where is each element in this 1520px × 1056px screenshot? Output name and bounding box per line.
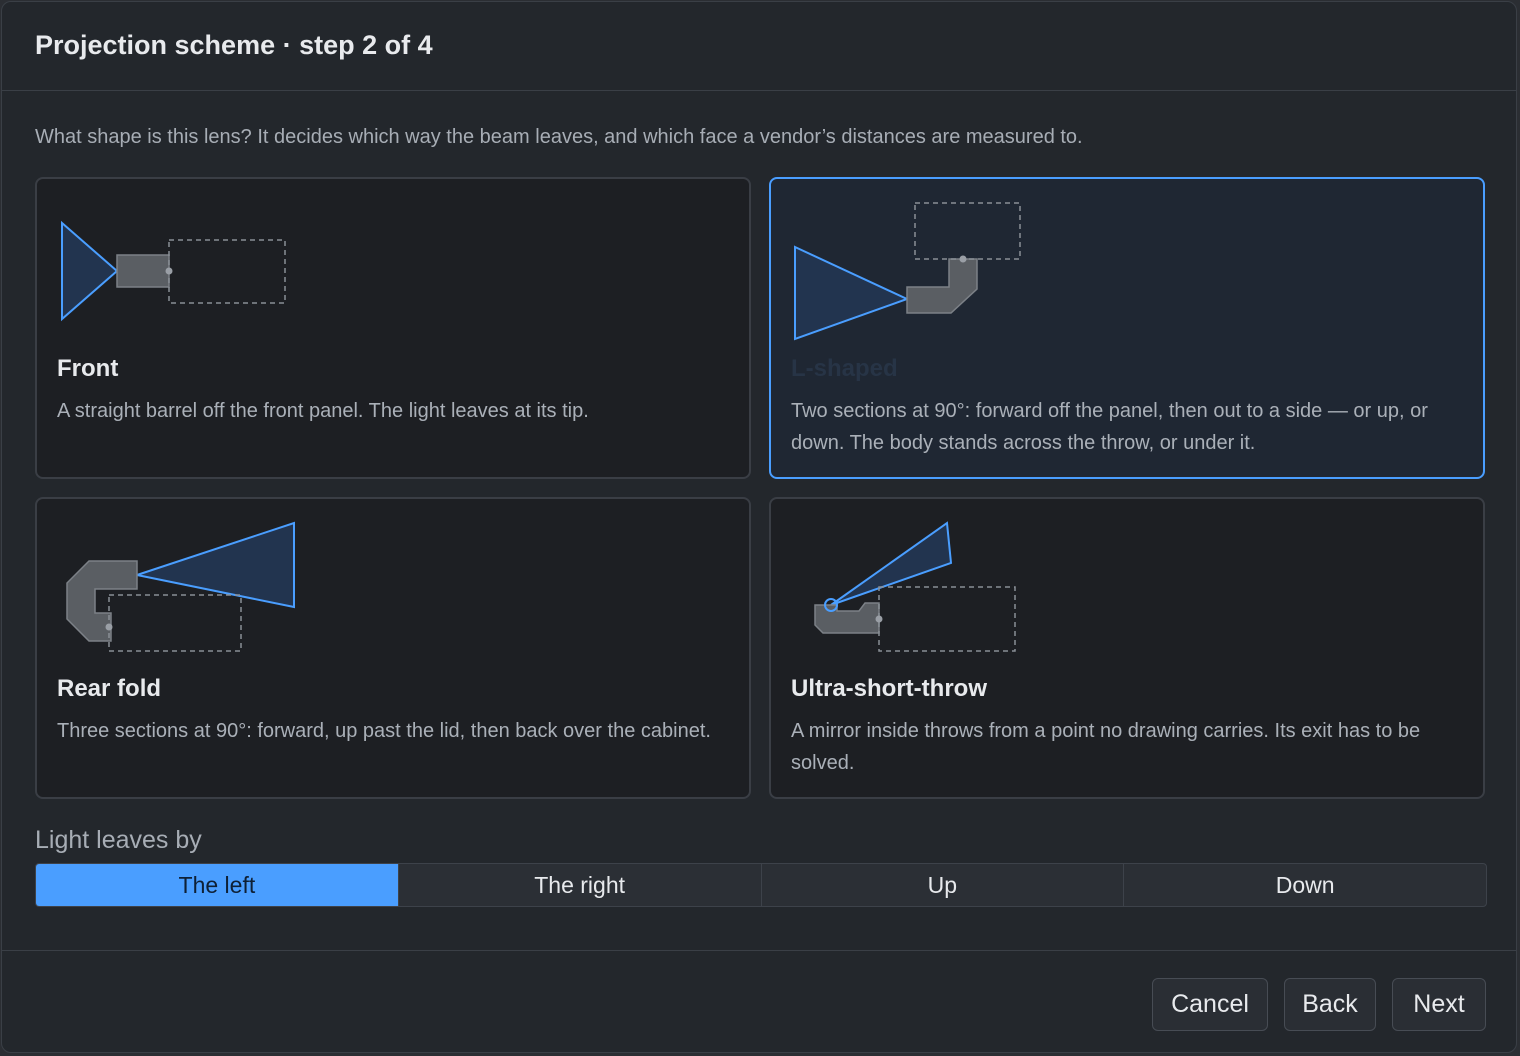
light-direction-selector: The left The right Up Down: [35, 863, 1487, 907]
next-button[interactable]: Next: [1392, 978, 1486, 1031]
back-button[interactable]: Back: [1284, 978, 1376, 1031]
option-card-l-shaped[interactable]: L-shaped Two sections at 90°: forward of…: [769, 177, 1485, 479]
dialog-title: Projection scheme · step 2 of 4: [35, 30, 433, 60]
option-description: Three sections at 90°: forward, up past …: [57, 720, 711, 742]
direction-option-right[interactable]: The right: [397, 864, 761, 906]
option-title: Rear fold: [57, 675, 162, 702]
option-title: Front: [57, 355, 119, 382]
direction-option-left[interactable]: The left: [36, 864, 398, 906]
ultra-short-throw-lens-illustration: [814, 521, 1016, 652]
cancel-button[interactable]: Cancel: [1152, 978, 1268, 1031]
l-shaped-lens-illustration: [794, 202, 1021, 341]
dialog-footer: Cancel Back Next: [2, 950, 1516, 1052]
dialog-prompt: What shape is this lens? It decides whic…: [35, 126, 1083, 148]
option-card-front[interactable]: Front A straight barrel off the front pa…: [35, 177, 751, 479]
projection-scheme-dialog: Projection scheme · step 2 of 4 What sha…: [1, 1, 1517, 1053]
option-description: A mirror inside throws from a point no d…: [791, 720, 1421, 774]
direction-option-up[interactable]: Up: [760, 864, 1124, 906]
option-card-ultra-short-throw[interactable]: Ultra-short-throw A mirror inside throws…: [769, 497, 1485, 799]
option-description: A straight barrel off the front panel. T…: [57, 400, 589, 422]
option-title: L-shaped: [791, 355, 898, 382]
front-lens-illustration: [61, 220, 286, 322]
option-description: Two sections at 90°: forward off the pan…: [791, 400, 1428, 454]
light-direction-label: Light leaves by: [35, 826, 202, 854]
dialog-header: Projection scheme · step 2 of 4: [2, 2, 1516, 91]
option-card-rear-fold[interactable]: Rear fold Three sections at 90°: forward…: [35, 497, 751, 799]
rear-fold-lens-illustration: [66, 521, 295, 652]
option-title: Ultra-short-throw: [791, 675, 987, 702]
direction-option-down[interactable]: Down: [1123, 864, 1486, 906]
